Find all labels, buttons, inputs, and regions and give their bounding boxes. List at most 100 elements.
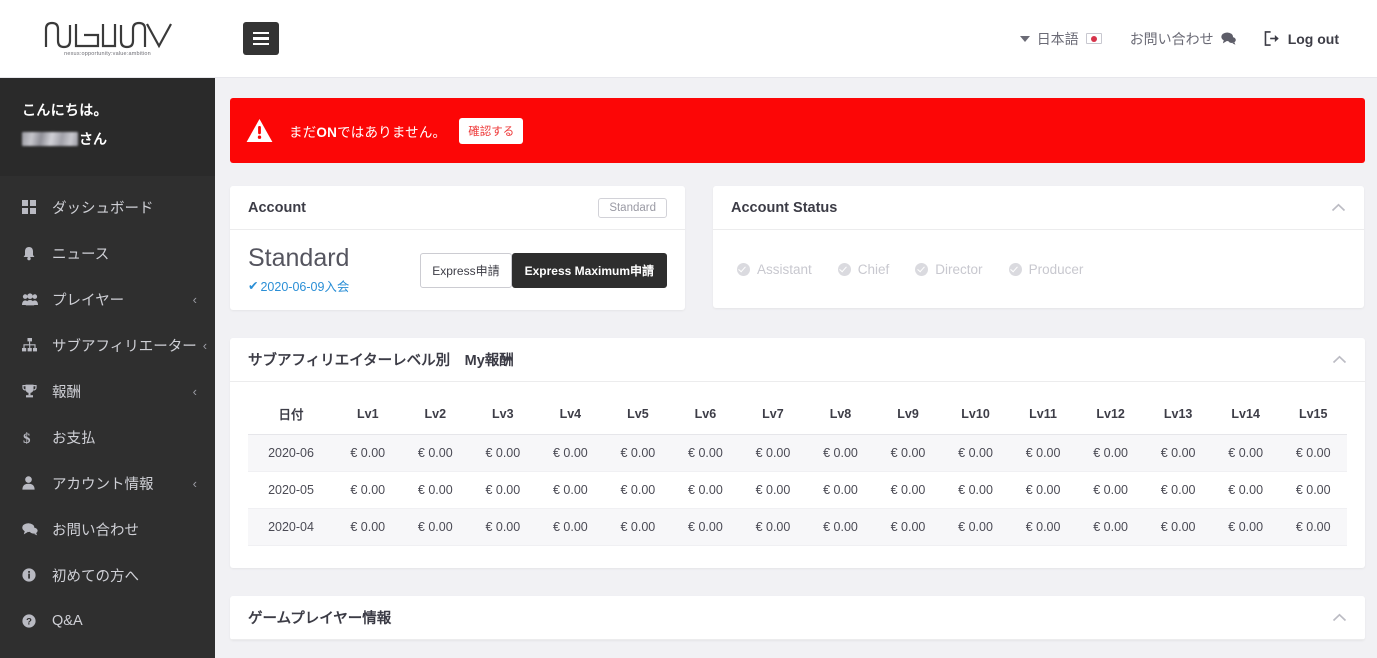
question-icon: ?	[22, 614, 44, 628]
greeting-text: こんにちは。	[22, 102, 108, 118]
account-status-header-right	[1331, 200, 1346, 215]
express-maximum-apply-button[interactable]: Express Maximum申請	[511, 252, 667, 288]
sidebar-item-subaffiliator[interactable]: サブアフィリエーター ‹	[0, 322, 215, 368]
alert-confirm-button[interactable]: 確認する	[459, 117, 524, 144]
sidebar-item-getting-started[interactable]: 初めての方へ	[0, 552, 215, 598]
table-cell-amount: € 0.00	[1076, 434, 1145, 472]
sidebar-nav: ダッシュボード ニュース プレイヤー ‹ サブアフィリエーター ‹ 報酬 ‹ $…	[0, 176, 215, 644]
reward-table-header-right	[1332, 352, 1347, 367]
sidebar-item-dashboard[interactable]: ダッシュボード	[0, 184, 215, 230]
table-cell-amount: € 0.00	[604, 471, 672, 509]
status-label: Director	[935, 261, 983, 277]
table-cell-amount: € 0.00	[1211, 471, 1280, 509]
main-content: まだONではありません。 確認する Account Standard Stand…	[215, 78, 1377, 658]
logout-button[interactable]: Log out	[1250, 0, 1353, 78]
chat-icon	[1221, 32, 1236, 45]
alert-message: まだONではありません。	[289, 121, 446, 141]
sidebar-item-players[interactable]: プレイヤー ‹	[0, 276, 215, 322]
account-card: Account Standard Standard ✔ 2020-06-09入会…	[230, 186, 685, 310]
table-cell-amount: € 0.00	[739, 471, 807, 509]
menu-toggle-button[interactable]	[243, 22, 279, 55]
check-circle-icon	[915, 262, 929, 276]
table-cell-amount: € 0.00	[874, 471, 942, 509]
table-cell-amount: € 0.00	[1009, 508, 1077, 546]
sidebar-item-label: サブアフィリエーター	[52, 338, 197, 355]
account-plan-name: Standard	[248, 243, 350, 272]
username-row: さん	[22, 129, 215, 149]
table-cell-amount: € 0.00	[941, 434, 1010, 472]
top-header: nexus:opportunity:value:ambition 日本語 お問い…	[0, 0, 1377, 78]
alert-text-bold: ON	[316, 124, 338, 140]
chevron-left-icon: ‹	[192, 291, 197, 307]
contact-link[interactable]: お問い合わせ	[1116, 0, 1250, 78]
table-cell-date: 2020-06	[248, 434, 334, 472]
sidebar-item-contact[interactable]: お問い合わせ	[0, 506, 215, 552]
sidebar-item-news[interactable]: ニュース	[0, 230, 215, 276]
game-player-header-right	[1332, 610, 1347, 625]
table-cell-amount: € 0.00	[671, 471, 740, 509]
account-join-date: ✔ 2020-06-09入会	[248, 276, 420, 295]
sitemap-icon	[22, 338, 44, 352]
brand-logo[interactable]: nexus:opportunity:value:ambition	[0, 0, 215, 78]
sidebar-item-payment[interactable]: $ お支払	[0, 414, 215, 460]
hamburger-bar	[253, 42, 269, 46]
sidebar-item-rewards[interactable]: 報酬 ‹	[0, 368, 215, 414]
table-cell-amount: € 0.00	[1144, 508, 1212, 546]
table-col-header: Lv7	[739, 392, 807, 435]
reward-table-head: 日付 Lv1 Lv2 Lv3 Lv4 Lv5 Lv6 Lv7 Lv8 Lv9 Lv10 Lv11 Lv1…	[248, 392, 1347, 435]
status-assistant: Assistant	[737, 262, 812, 277]
alert-text-pre: まだ	[289, 124, 317, 140]
table-cell-amount: € 0.00	[941, 508, 1010, 546]
join-date-label: 2020-06-09入会	[260, 280, 350, 295]
table-col-header: Lv6	[671, 392, 740, 435]
dollar-icon: $	[22, 430, 44, 445]
sidebar-item-label: ダッシュボード	[52, 200, 154, 217]
table-col-header: 日付	[248, 392, 334, 435]
chevron-left-icon: ‹	[202, 337, 208, 353]
reward-table-wrapper: 日付 Lv1 Lv2 Lv3 Lv4 Lv5 Lv6 Lv7 Lv8 Lv9 Lv10 Lv11 Lv1…	[230, 382, 1365, 568]
table-row: 2020-06 € 0.00 € 0.00 € 0.00 € 0.00 € 0.00 € 0…	[248, 434, 1347, 472]
chevron-up-icon[interactable]	[1332, 352, 1347, 367]
username-redacted	[22, 132, 78, 146]
account-status-card: Account Status Assistant Chief Director …	[713, 186, 1364, 308]
table-cell-amount: € 0.00	[401, 434, 470, 472]
table-cell-amount: € 0.00	[874, 434, 942, 472]
chevron-up-icon[interactable]	[1331, 200, 1346, 215]
game-player-card: ゲームプレイヤー情報	[230, 596, 1365, 640]
account-status-title: Account Status	[731, 199, 838, 216]
contact-label: お問い合わせ	[1129, 30, 1214, 47]
sidebar-item-qa[interactable]: ? Q&A	[0, 598, 215, 644]
chevron-left-icon: ‹	[192, 383, 197, 399]
table-cell-amount: € 0.00	[806, 508, 875, 546]
table-cell-amount: € 0.00	[536, 434, 605, 472]
grid-icon	[22, 200, 44, 214]
sidebar-item-account-info[interactable]: アカウント情報 ‹	[0, 460, 215, 506]
hamburger-bar	[253, 37, 269, 40]
header-actions: 日本語 お問い合わせ Log out	[1006, 0, 1353, 78]
language-label: 日本語	[1036, 30, 1079, 47]
table-cell-amount: € 0.00	[739, 508, 807, 546]
account-status-header: Account Status	[713, 186, 1364, 230]
username-suffix: さん	[79, 131, 107, 147]
table-cell-amount: € 0.00	[1076, 508, 1145, 546]
language-selector[interactable]: 日本語	[1006, 0, 1116, 78]
chevron-up-icon[interactable]	[1332, 610, 1347, 625]
table-col-header: Lv14	[1211, 392, 1280, 435]
logout-label: Log out	[1287, 30, 1339, 47]
brand-tagline: nexus:opportunity:value:ambition	[64, 50, 151, 57]
table-cell-amount: € 0.00	[1076, 471, 1145, 509]
bell-icon	[22, 246, 44, 261]
express-apply-button[interactable]: Express申請	[420, 252, 512, 288]
table-cell-amount: € 0.00	[1009, 471, 1077, 509]
check-circle-icon	[837, 262, 851, 276]
account-plan-block: Standard ✔ 2020-06-09入会	[248, 245, 420, 295]
status-label: Assistant	[757, 261, 812, 277]
users-icon	[22, 292, 44, 306]
table-cell-date: 2020-05	[248, 471, 334, 509]
table-col-header: Lv2	[401, 392, 470, 435]
table-cell-amount: € 0.00	[469, 434, 537, 472]
sidebar-item-label: プレイヤー	[52, 292, 125, 309]
cards-row: Account Standard Standard ✔ 2020-06-09入会…	[230, 186, 1365, 310]
sidebar-item-label: アカウント情報	[52, 476, 154, 493]
jp-flag-icon	[1085, 33, 1102, 44]
